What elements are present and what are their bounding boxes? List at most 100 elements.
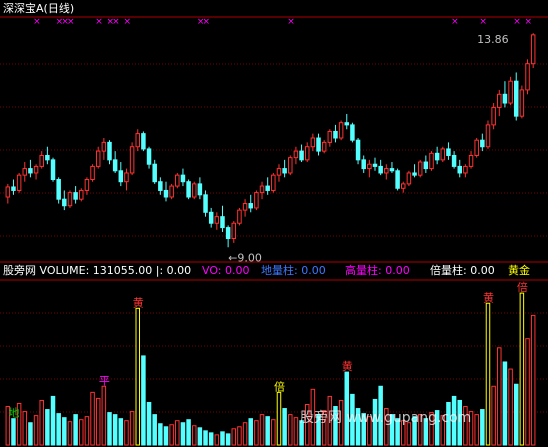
candle-body (242, 203, 248, 211)
candle-body (163, 189, 169, 198)
indicator-header: 股旁网 VOLUME: 131055.00 |: 0.00 (3, 264, 191, 277)
volume-bar (73, 414, 78, 446)
window-title: 深深宝A(日线) (3, 2, 74, 15)
candle-body (203, 194, 208, 213)
volume-bar (271, 419, 276, 446)
candle-body (84, 179, 90, 191)
volume-bar (163, 426, 169, 446)
candle-body (282, 168, 287, 174)
candle-body (220, 216, 225, 229)
candle-body (90, 165, 95, 181)
stock-chart-window: × × × × × × × × × × × × × × × 13.86 ←9.00 黄黄倍倍黄平地 深深宝A(日线… (0, 0, 548, 447)
volume-bar (129, 411, 135, 446)
volume-bar (146, 401, 152, 446)
candle-body (169, 185, 174, 198)
vo-label: VO: 0.00 (202, 264, 250, 277)
candle-body (350, 124, 355, 141)
volume-bar (208, 432, 214, 446)
candle-body (95, 150, 101, 167)
top-x-marker: × (525, 17, 533, 27)
candle-body (197, 183, 203, 196)
candle-body (180, 174, 186, 183)
candle-body (50, 159, 56, 181)
level-annotation: 平 (99, 374, 110, 387)
candle-body (344, 122, 350, 126)
candle-body (79, 189, 84, 200)
candle-body (412, 172, 417, 176)
volume-bar (101, 385, 107, 446)
top-x-marker: × (95, 17, 103, 27)
candle-body (254, 192, 259, 209)
volume-bar (525, 338, 530, 446)
volume-bar (508, 368, 513, 446)
candle-body (16, 174, 22, 191)
low-annotation: 地 (8, 407, 19, 420)
volume-bar (39, 399, 44, 446)
volume-bar (203, 430, 208, 446)
gold-label: 黄金 (508, 264, 530, 277)
top-x-marker: × (123, 17, 131, 27)
volume-bar (197, 427, 203, 446)
candle-body (214, 216, 220, 224)
gold-annotation: 黄 (342, 359, 353, 373)
candle-body (310, 137, 316, 148)
candle-body (33, 165, 39, 174)
candle-body (451, 154, 457, 167)
candle-body (474, 139, 479, 156)
volume-bar (254, 420, 259, 446)
candle-body (237, 209, 242, 224)
candle-body (372, 163, 378, 167)
candle-body (118, 170, 124, 183)
volume-bar (519, 292, 525, 446)
watermark: 股旁网 www.gupang.com (300, 410, 472, 426)
volume-bar (95, 397, 101, 446)
volume-bar (237, 426, 242, 446)
candle-body (146, 148, 152, 165)
candle-body (5, 186, 11, 198)
candle-body (367, 163, 372, 170)
candle-body (480, 139, 485, 148)
candle-body (101, 141, 107, 152)
volume-bar (45, 409, 50, 446)
top-x-marker: × (112, 17, 120, 27)
candle-body (316, 137, 321, 152)
volume-bar (276, 391, 282, 446)
volume-bar (502, 361, 508, 446)
volume-bar (485, 302, 491, 446)
candle-body (107, 141, 112, 161)
candle-body (45, 154, 50, 161)
candle-body (231, 222, 237, 240)
top-x-marker: × (33, 17, 41, 27)
volume-bar (175, 420, 180, 446)
volume-bar (231, 428, 237, 446)
period-label: (日线) (43, 2, 75, 15)
candle-body (429, 152, 434, 170)
gold-annotation: 黄 (133, 295, 144, 309)
volume-bar (288, 414, 293, 446)
candle-body (502, 93, 508, 104)
double-annotation: 倍 (274, 379, 285, 393)
volume-bar (28, 422, 33, 446)
candle-body (293, 150, 299, 159)
candle-body (338, 122, 344, 139)
candle-body (208, 211, 214, 224)
volume-bar (67, 421, 73, 446)
candle-body (67, 192, 73, 207)
volume-bar (214, 434, 220, 446)
volume-bar (50, 395, 56, 446)
volume-bar (265, 416, 270, 446)
volume-bar (141, 355, 146, 446)
candle-body (491, 106, 496, 126)
high-price-label: 13.86 (477, 33, 509, 46)
candle-body (530, 34, 536, 65)
stock-name: 深深宝A (3, 2, 44, 15)
candle-body (276, 168, 282, 176)
candle-body (186, 181, 191, 198)
high-vol-label: 高量柱: 0.00 (345, 264, 410, 277)
top-x-marker: × (451, 17, 459, 27)
candle-body (304, 146, 310, 161)
candle-body (112, 159, 118, 172)
double-annotation: 倍 (517, 280, 528, 294)
top-x-marker: × (513, 17, 521, 27)
candle-body (28, 168, 33, 174)
